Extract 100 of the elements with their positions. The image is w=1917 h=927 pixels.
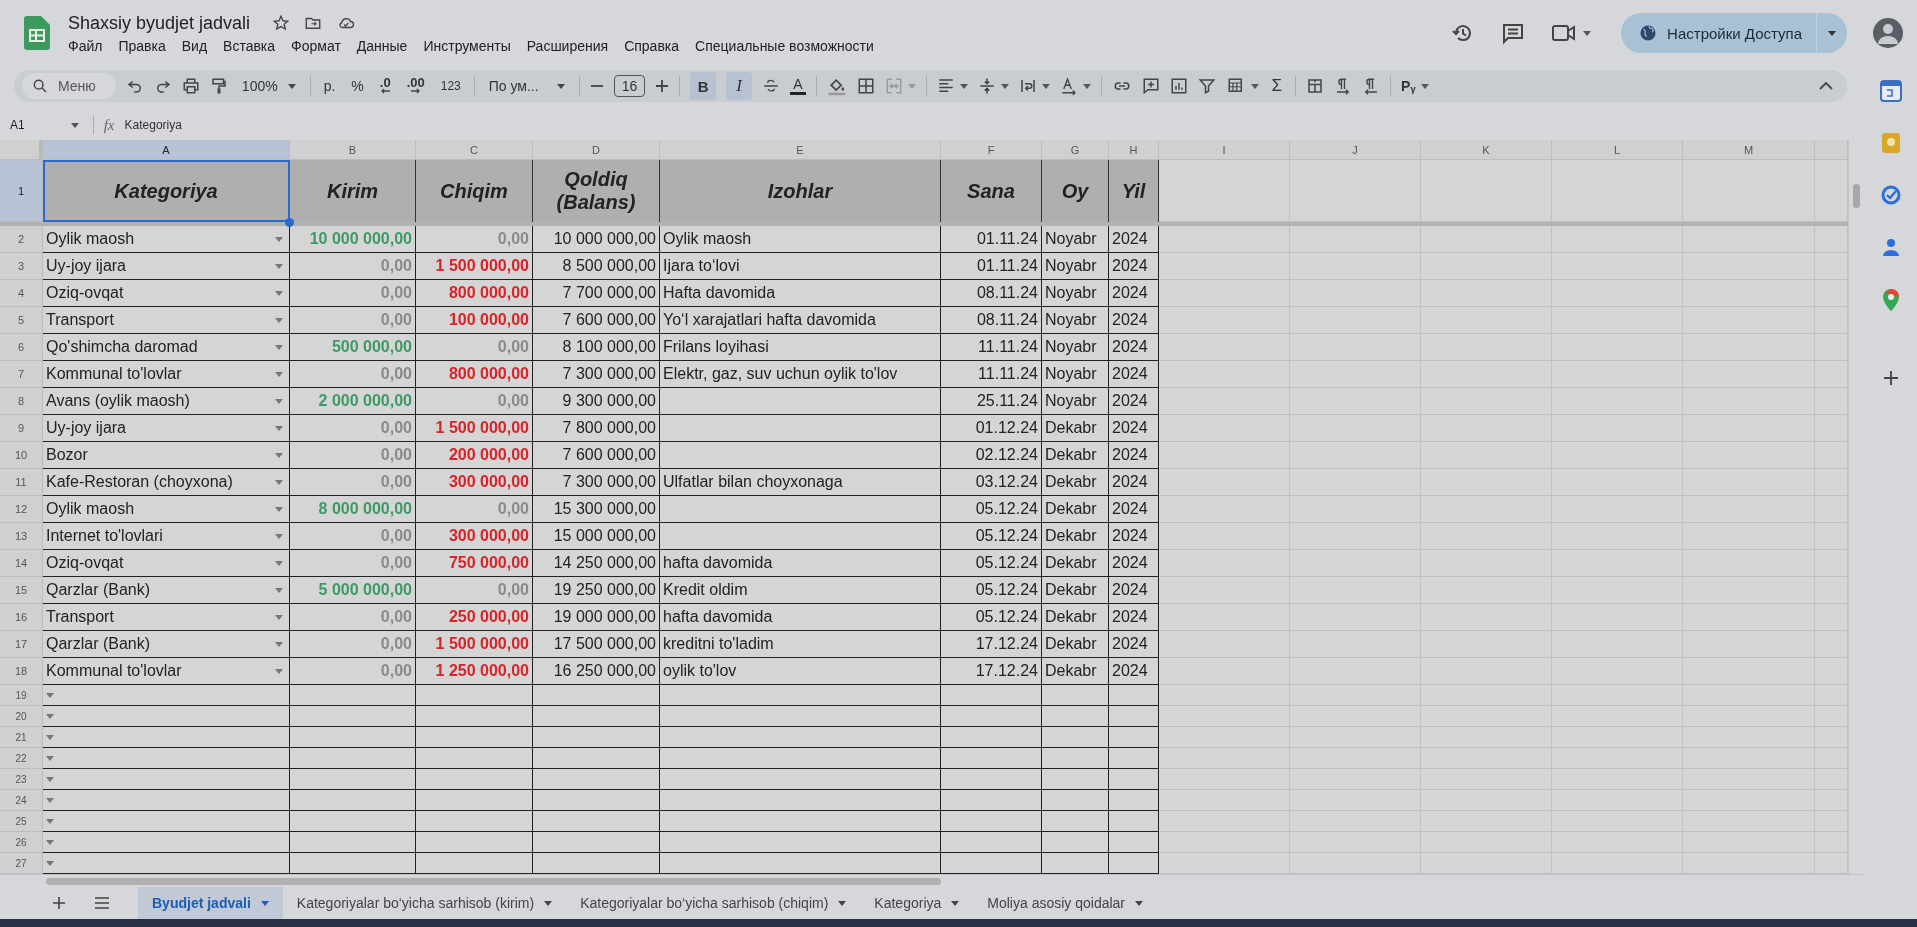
empty-cell[interactable] bbox=[1109, 706, 1159, 727]
empty-cell[interactable] bbox=[1042, 727, 1109, 748]
table-cell[interactable]: 7 800 000,00 bbox=[533, 415, 660, 442]
note-icon[interactable] bbox=[1880, 132, 1902, 154]
empty-cell[interactable] bbox=[660, 388, 941, 415]
table-cell[interactable]: Oylik maosh bbox=[660, 226, 941, 253]
table-cell[interactable]: 2024 bbox=[1109, 550, 1159, 577]
row-header[interactable]: 2 bbox=[0, 226, 43, 253]
dropdown-caret-icon[interactable] bbox=[275, 587, 283, 593]
empty-cell[interactable] bbox=[416, 685, 533, 706]
table-cell[interactable]: Kommunal to'lovlar bbox=[46, 662, 182, 680]
zoom-select[interactable]: 100% bbox=[237, 78, 300, 94]
comment-icon[interactable] bbox=[1501, 21, 1526, 45]
table-cell[interactable]: 01.11.24 bbox=[941, 226, 1042, 253]
table-cell[interactable]: 05.12.24 bbox=[941, 577, 1042, 604]
table-cell[interactable]: Noyabr bbox=[1042, 226, 1109, 253]
column-header[interactable]: F bbox=[941, 140, 1042, 160]
table-cell[interactable]: 11.11.24 bbox=[941, 334, 1042, 361]
table-cell[interactable]: Dekabr bbox=[1042, 577, 1109, 604]
column-header[interactable]: C bbox=[416, 140, 533, 160]
empty-cell[interactable] bbox=[660, 790, 941, 811]
select-all-corner[interactable] bbox=[0, 140, 43, 160]
table-cell[interactable]: Dekabr bbox=[1042, 658, 1109, 685]
dropdown-caret-icon[interactable] bbox=[46, 692, 54, 698]
header-cell[interactable]: Izohlar bbox=[767, 179, 833, 203]
dropdown-caret-icon[interactable] bbox=[46, 713, 54, 719]
table-cell[interactable]: 8 100 000,00 bbox=[533, 334, 660, 361]
align-left-icon[interactable] bbox=[936, 77, 955, 95]
table-cell[interactable]: Ijara to‘lovi bbox=[660, 253, 941, 280]
freeze-icon[interactable] bbox=[1306, 77, 1325, 95]
dropdown-caret-icon[interactable] bbox=[275, 371, 283, 377]
table-cell[interactable]: 2024 bbox=[1109, 496, 1159, 523]
sum-function-button[interactable]: Σ bbox=[1268, 76, 1286, 96]
row-header[interactable]: 14 bbox=[0, 550, 43, 577]
empty-cell[interactable] bbox=[416, 811, 533, 832]
row-header[interactable]: 22 bbox=[0, 748, 43, 769]
dropdown-caret-icon[interactable] bbox=[275, 398, 283, 404]
video-camera-icon[interactable] bbox=[1551, 22, 1578, 44]
empty-cell[interactable] bbox=[1109, 832, 1159, 853]
row-header[interactable]: 13 bbox=[0, 523, 43, 550]
empty-cell[interactable] bbox=[941, 769, 1042, 790]
row-header[interactable]: 23 bbox=[0, 769, 43, 790]
table-cell[interactable]: Oziq-ovqat bbox=[46, 554, 124, 572]
dropdown-caret-icon[interactable] bbox=[275, 668, 283, 674]
column-header[interactable]: A bbox=[43, 140, 290, 160]
caret-icon[interactable] bbox=[1250, 83, 1259, 89]
dropdown-caret-icon[interactable] bbox=[275, 452, 283, 458]
percent-format-button[interactable]: % bbox=[348, 78, 367, 94]
menu-icon[interactable] bbox=[94, 896, 110, 910]
table-cell[interactable]: 17.12.24 bbox=[941, 631, 1042, 658]
empty-cell[interactable] bbox=[941, 706, 1042, 727]
table-cell[interactable]: 2024 bbox=[1109, 631, 1159, 658]
star-icon[interactable] bbox=[272, 14, 291, 32]
dropdown-caret-icon[interactable] bbox=[46, 818, 54, 824]
input-tools-button[interactable]: Рᵧ bbox=[1401, 78, 1416, 94]
dropdown-caret-icon[interactable] bbox=[46, 839, 54, 845]
row-header[interactable]: 12 bbox=[0, 496, 43, 523]
empty-cell[interactable] bbox=[941, 790, 1042, 811]
empty-cell[interactable] bbox=[1042, 685, 1109, 706]
row-header[interactable]: 27 bbox=[0, 853, 43, 874]
print-icon[interactable] bbox=[181, 77, 200, 95]
table-cell[interactable]: 7 600 000,00 bbox=[533, 307, 660, 334]
empty-cell[interactable] bbox=[1042, 748, 1109, 769]
sheet-tab[interactable]: Kategoriya bbox=[860, 887, 974, 919]
table-cell[interactable]: Frilans loyihasi bbox=[660, 334, 941, 361]
table-cell[interactable]: Avans (oylik maosh) bbox=[46, 392, 190, 410]
menu-item[interactable]: Правка bbox=[110, 37, 174, 54]
empty-cell[interactable] bbox=[941, 727, 1042, 748]
table-cell[interactable]: Noyabr bbox=[1042, 280, 1109, 307]
table-cell[interactable]: Oylik maosh bbox=[46, 230, 135, 248]
table-cell[interactable]: oylik to'lov bbox=[660, 658, 941, 685]
table-cell[interactable]: Oziq-ovqat bbox=[46, 284, 124, 302]
empty-cell[interactable] bbox=[660, 811, 941, 832]
row-header[interactable]: 17 bbox=[0, 631, 43, 658]
column-header[interactable]: J bbox=[1290, 140, 1421, 160]
sheet-tab[interactable]: Moliya asosiy qoidalar bbox=[973, 887, 1158, 919]
row-header[interactable]: 6 bbox=[0, 334, 43, 361]
table-cell[interactable]: 2024 bbox=[1109, 658, 1159, 685]
empty-cell[interactable] bbox=[533, 790, 660, 811]
header-cell[interactable]: Sana bbox=[967, 179, 1015, 203]
empty-cell[interactable] bbox=[416, 706, 533, 727]
row-header[interactable]: 10 bbox=[0, 442, 43, 469]
chart-icon[interactable] bbox=[1169, 77, 1188, 95]
column-header[interactable]: B bbox=[290, 140, 416, 160]
table-cell[interactable]: Kafe-Restoran (choyxona) bbox=[46, 473, 233, 491]
table-cell[interactable]: Dekabr bbox=[1042, 523, 1109, 550]
table-cell[interactable]: Elektr, gaz, suv uchun oylik to'lov bbox=[660, 361, 941, 388]
column-header[interactable]: K bbox=[1421, 140, 1552, 160]
share-options-button[interactable] bbox=[1816, 13, 1847, 53]
caret-icon[interactable] bbox=[1583, 30, 1592, 36]
table-cell[interactable]: 2024 bbox=[1109, 577, 1159, 604]
empty-cell[interactable] bbox=[416, 748, 533, 769]
table-cell[interactable]: 2024 bbox=[1109, 253, 1159, 280]
empty-cell[interactable] bbox=[660, 523, 941, 550]
table-cell[interactable]: Transport bbox=[46, 608, 114, 626]
table-cell[interactable]: Dekabr bbox=[1042, 604, 1109, 631]
dropdown-caret-icon[interactable] bbox=[275, 641, 283, 647]
spreadsheet-logo-icon[interactable] bbox=[24, 16, 50, 50]
row-header[interactable]: 5 bbox=[0, 307, 43, 334]
add-icon[interactable] bbox=[1883, 370, 1899, 386]
